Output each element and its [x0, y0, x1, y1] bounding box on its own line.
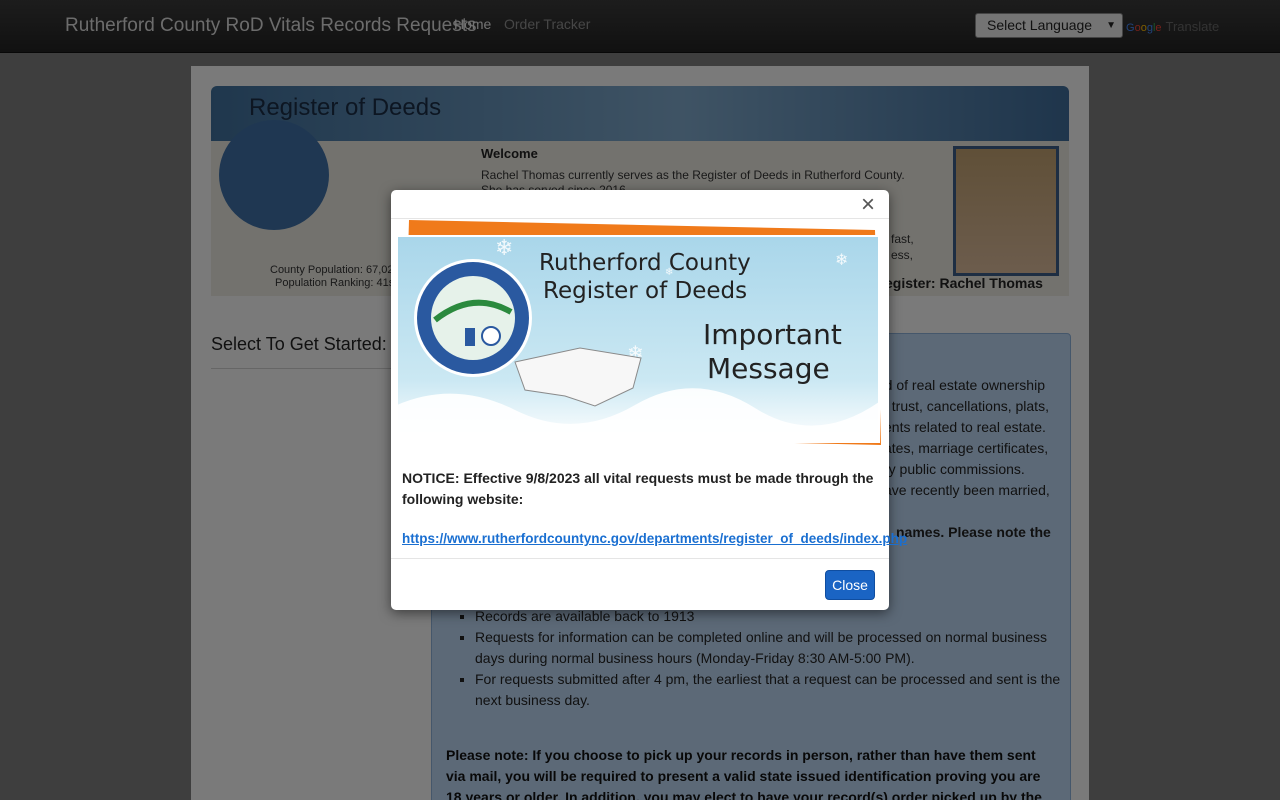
- image-important: Important: [703, 318, 842, 351]
- image-message: Message: [707, 352, 830, 385]
- divider: [391, 218, 889, 219]
- svg-text:❄: ❄: [495, 236, 513, 261]
- notice-modal: × ❄ ❄ ❄ ❄ Rutherford County Register of …: [391, 190, 907, 610]
- important-message-image: ❄ ❄ ❄ ❄ Rutherford County Register of De…: [396, 220, 881, 445]
- county-seal: [414, 259, 532, 377]
- close-button[interactable]: Close: [825, 570, 875, 600]
- notice-text: NOTICE: Effective 9/8/2023 all vital req…: [402, 470, 874, 507]
- divider: [391, 558, 889, 559]
- register-of-deeds-link[interactable]: https://www.rutherfordcountync.gov/depar…: [402, 531, 907, 546]
- svg-text:❄: ❄: [835, 250, 848, 269]
- image-title-line-2: Register of Deeds: [543, 278, 747, 304]
- image-title-line-1: Rutherford County: [539, 250, 751, 276]
- close-icon[interactable]: ×: [861, 193, 875, 217]
